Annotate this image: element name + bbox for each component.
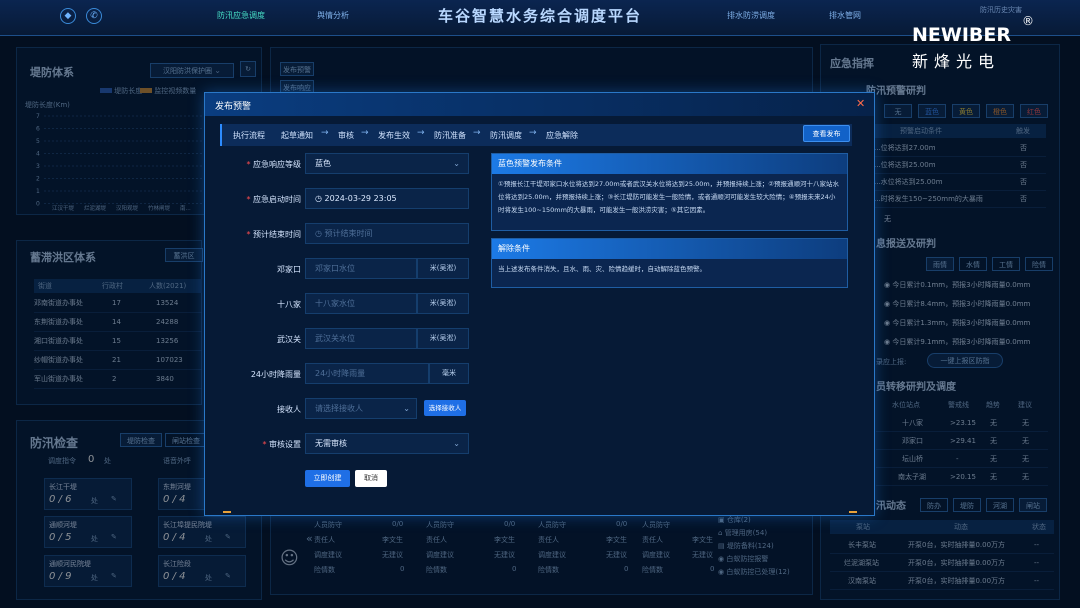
sbj-level-input[interactable]: 十八家水位 <box>305 293 417 314</box>
level-select-value: 蓝色 <box>315 159 331 168</box>
audit-select-value: 无需审核 <box>315 439 347 448</box>
platform-title: 车谷智慧水务综合调度平台 <box>437 7 642 25</box>
level-select[interactable]: 蓝色 ⌄ <box>305 153 469 174</box>
arrow-right-icon: → <box>417 128 425 138</box>
required-mark: * <box>246 230 251 239</box>
label-sbj: 十八家 <box>277 300 301 309</box>
nav-flood-dispatch[interactable]: 防汛应急调度 <box>205 6 277 26</box>
arrow-right-icon: → <box>529 128 537 138</box>
corner-decoration <box>849 511 857 513</box>
label-level-text: 应急响应等级 <box>253 160 301 169</box>
step-review[interactable]: 审核 <box>338 130 354 141</box>
receiver-select[interactable]: 请选择接收人 ⌄ <box>305 398 417 419</box>
label-start: * 应急启动时间 <box>205 194 301 205</box>
audit-select[interactable]: 无需审核 ⌄ <box>305 433 469 454</box>
label-whg: 武汉关 <box>277 335 301 344</box>
release-condition-box: 解除条件 当上述发布条件消失，且水、雨、灾、险情趋缓时，自动解除蓝色预警。 <box>491 238 848 288</box>
close-icon[interactable]: ✕ <box>856 97 865 110</box>
cancel-button[interactable]: 取消 <box>355 470 387 487</box>
release-condition-title: 解除条件 <box>492 239 847 259</box>
brand-logo-cn: 新烽光电 <box>912 52 1001 71</box>
required-mark: * <box>246 160 251 169</box>
djk-level-input[interactable]: 邓家口水位 <box>305 258 417 279</box>
label-rain: 24小时降雨量 <box>250 370 301 379</box>
start-time-value: 2024-03-29 23:05 <box>324 194 397 203</box>
label-djk: 邓家口 <box>277 265 301 274</box>
label-audit-text: 审核设置 <box>269 440 301 449</box>
chevron-down-icon: ⌄ <box>453 159 460 168</box>
label-start-text: 应急启动时间 <box>253 195 301 204</box>
history-link[interactable]: 防汛历史灾害 <box>980 5 1022 15</box>
choose-receiver-button[interactable]: 选择接收人 <box>424 400 466 416</box>
brand-reg-mark: ® <box>1022 14 1034 28</box>
start-time-input[interactable]: ◷ 2024-03-29 23:05 <box>305 188 469 209</box>
step-release[interactable]: 应急解除 <box>546 130 578 141</box>
step-dispatch[interactable]: 防汛调度 <box>490 130 522 141</box>
step-draft[interactable]: 起草通知 <box>281 130 313 141</box>
receiver-placeholder: 请选择接收人 <box>315 404 363 413</box>
clock-icon: ◷ <box>315 229 322 238</box>
djk-placeholder: 邓家口水位 <box>315 264 355 273</box>
label-level: * 应急响应等级 <box>205 159 301 170</box>
end-time-placeholder: 预计结束时间 <box>324 229 373 238</box>
arrow-right-icon: → <box>361 128 369 138</box>
step-process: 执行流程 <box>233 131 265 140</box>
corner-decoration <box>223 511 231 513</box>
release-condition-text: 当上述发布条件消失，且水、雨、灾、险情趋缓时，自动解除蓝色预警。 <box>498 265 706 273</box>
publish-condition-text: ①预报长江干堤邓家口水位将达到27.00m或者武汉关水位将达到25.00m，并预… <box>498 180 840 214</box>
brand-logo-en: NEWIBER <box>912 24 1011 46</box>
arrow-right-icon: → <box>321 128 329 138</box>
home-icon[interactable]: ◆ <box>60 8 76 24</box>
required-mark: * <box>246 195 251 204</box>
step-effective[interactable]: 发布生效 <box>378 130 410 141</box>
chevron-down-icon: ⌄ <box>403 404 410 413</box>
chevron-down-icon: ⌄ <box>453 439 460 448</box>
phone-icon[interactable]: ✆ <box>86 8 102 24</box>
sbj-placeholder: 十八家水位 <box>315 299 355 308</box>
nav-drainage-network[interactable]: 排水管网 <box>812 6 878 26</box>
sbj-unit: 米(吴淞) <box>417 293 469 314</box>
label-end: * 预计结束时间 <box>205 229 301 240</box>
arrow-right-icon: → <box>473 128 481 138</box>
publish-condition-title: 蓝色预警发布条件 <box>492 154 847 174</box>
whg-placeholder: 武汉关水位 <box>315 334 355 343</box>
nav-public-opinion[interactable]: 舆情分析 <box>300 6 366 26</box>
publish-warning-dialog: 发布预警 ✕ 执行流程 起草通知 → 审核 → 发布生效 → 防汛准备 → 防汛… <box>204 92 875 516</box>
publish-condition-box: 蓝色预警发布条件 ①预报长江干堤邓家口水位将达到27.00m或者武汉关水位将达到… <box>491 153 848 231</box>
nav-drainage-dispatch[interactable]: 排水防涝调度 <box>715 6 787 26</box>
label-receiver: 接收人 <box>277 405 301 414</box>
dialog-title: 发布预警 <box>215 102 252 112</box>
end-time-input[interactable]: ◷ 预计结束时间 <box>305 223 469 244</box>
label-audit: * 审核设置 <box>205 439 301 450</box>
create-button[interactable]: 立即创建 <box>305 470 350 487</box>
djk-unit: 米(吴淞) <box>417 258 469 279</box>
dialog-header <box>205 93 874 116</box>
label-end-text: 预计结束时间 <box>253 230 301 239</box>
whg-level-input[interactable]: 武汉关水位 <box>305 328 417 349</box>
view-publish-button[interactable]: 查看发布 <box>803 125 850 142</box>
whg-unit: 米(吴淞) <box>417 328 469 349</box>
required-mark: * <box>262 440 267 449</box>
rain-placeholder: 24小时降雨量 <box>315 369 366 378</box>
rain-unit: 毫米 <box>429 363 469 384</box>
rain-input[interactable]: 24小时降雨量 <box>305 363 429 384</box>
clock-icon: ◷ <box>315 194 322 203</box>
step-prepare[interactable]: 防汛准备 <box>434 130 466 141</box>
